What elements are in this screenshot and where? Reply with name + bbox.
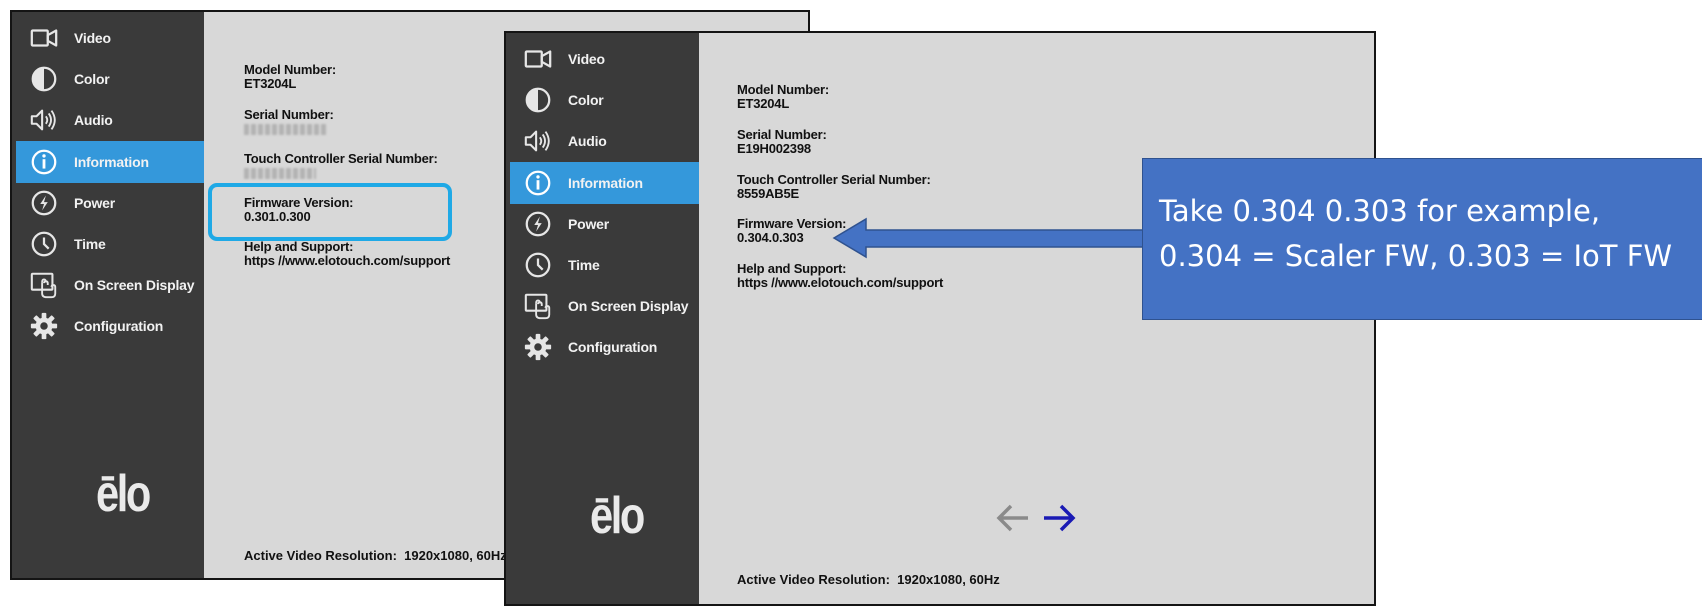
gear-icon — [28, 310, 60, 342]
callout-line-1: Take 0.304 0.303 for example, — [1159, 194, 1601, 228]
sidebar-item-audio[interactable]: Audio — [16, 99, 204, 141]
sidebar-item-information[interactable]: Information — [16, 140, 204, 183]
sidebar-item-color[interactable]: Color — [510, 79, 699, 121]
left-help-support: Help and Support: https //www.elotouch.c… — [244, 240, 450, 268]
sidebar-item-label: Video — [74, 30, 111, 46]
sidebar-item-label: Time — [568, 257, 600, 273]
page-navigation — [994, 503, 1078, 538]
information-icon — [522, 167, 554, 199]
sidebar-item-color[interactable]: Color — [16, 58, 204, 100]
right-serial-number: Serial Number: E19H002398 — [737, 128, 827, 156]
gear-icon — [522, 331, 554, 363]
sidebar-item-audio[interactable]: Audio — [510, 120, 699, 162]
sidebar-item-label: Color — [568, 92, 604, 109]
sidebar-item-label: Power — [74, 194, 116, 211]
left-touch-controller-serial: Touch Controller Serial Number: — [244, 152, 438, 179]
sidebar-item-time[interactable]: Time — [16, 223, 204, 265]
back-arrow-icon[interactable] — [994, 503, 1030, 538]
firmware-version-label: Firmware Version: — [737, 216, 847, 231]
power-icon — [28, 187, 60, 219]
model-number-value: ET3204L — [737, 96, 790, 111]
sidebar-item-label: Configuration — [568, 339, 658, 356]
left-elo-logo: ēlo — [96, 465, 151, 523]
sidebar-item-power[interactable]: Power — [16, 182, 204, 224]
touch-controller-redacted — [244, 168, 316, 179]
left-model-number: Model Number: ET3204L — [244, 63, 336, 91]
touch-controller-value: 8559AB5E — [737, 186, 799, 201]
clock-icon — [522, 249, 554, 281]
firmware-version-value: 0.304.0.303 — [737, 230, 804, 245]
callout-line-2: 0.304 = Scaler FW, 0.303 = IoT FW — [1159, 239, 1673, 273]
sidebar-item-label: Video — [568, 51, 605, 67]
sidebar-item-label: Configuration — [74, 318, 164, 335]
serial-number-label: Serial Number: — [244, 107, 334, 122]
osd-icon — [522, 290, 554, 322]
sidebar-item-configuration[interactable]: Configuration — [510, 326, 699, 368]
sidebar-item-information[interactable]: Information — [510, 161, 699, 204]
audio-icon — [28, 104, 60, 136]
sidebar-item-label: On Screen Display — [74, 277, 195, 294]
resolution-value: 1920x1080, 60Hz — [404, 548, 507, 563]
sidebar-item-label: Information — [74, 153, 149, 170]
sidebar-item-label: Color — [74, 71, 110, 88]
sidebar-item-label: Power — [568, 215, 610, 232]
audio-icon — [522, 125, 554, 157]
right-firmware-version: Firmware Version: 0.304.0.303 — [737, 216, 847, 245]
color-icon — [522, 84, 554, 116]
sidebar-item-video[interactable]: Video — [16, 17, 204, 59]
clock-icon — [28, 228, 60, 260]
firmware-highlight-box — [208, 183, 452, 241]
sidebar-item-label: Audio — [568, 133, 607, 150]
right-help-support: Help and Support: https //www.elotouch.c… — [737, 262, 943, 290]
serial-number-value: E19H002398 — [737, 141, 811, 156]
resolution-label: Active Video Resolution: — [737, 572, 890, 587]
sidebar-item-label: On Screen Display — [568, 298, 689, 315]
sidebar-item-on-screen-display[interactable]: On Screen Display — [16, 264, 204, 306]
right-model-number: Model Number: ET3204L — [737, 83, 829, 111]
serial-number-redacted — [244, 124, 326, 135]
left-menu: Video Color Audio Information Power Time On Sc… — [16, 17, 204, 377]
sidebar-item-time[interactable]: Time — [510, 244, 699, 286]
left-serial-number: Serial Number: — [244, 108, 334, 135]
touch-controller-label: Touch Controller Serial Number: — [737, 172, 931, 187]
resolution-value: 1920x1080, 60Hz — [897, 572, 1000, 587]
model-number-label: Model Number: — [244, 62, 337, 77]
model-number-value: ET3204L — [244, 76, 297, 91]
power-icon — [522, 208, 554, 240]
color-icon — [28, 63, 60, 95]
forward-arrow-icon[interactable] — [1042, 503, 1078, 538]
video-icon — [28, 22, 60, 54]
sidebar-item-label: Information — [568, 174, 643, 191]
right-touch-controller-serial: Touch Controller Serial Number: 8559AB5E — [737, 173, 931, 201]
right-active-resolution: Active Video Resolution: 1920x1080, 60Hz — [737, 572, 1000, 587]
sidebar-item-power[interactable]: Power — [510, 203, 699, 245]
sidebar-item-configuration[interactable]: Configuration — [16, 305, 204, 347]
sidebar-item-label: Audio — [74, 112, 113, 129]
left-active-resolution: Active Video Resolution: 1920x1080, 60Hz — [244, 548, 507, 563]
serial-number-label: Serial Number: — [737, 127, 827, 142]
help-support-label: Help and Support: — [244, 239, 354, 254]
right-menu: Video Color Audio Information Power Time On Sc… — [510, 38, 699, 398]
osd-icon — [28, 269, 60, 301]
help-support-link[interactable]: https //www.elotouch.com/support — [737, 276, 943, 290]
information-icon — [28, 146, 60, 178]
help-support-label: Help and Support: — [737, 261, 847, 276]
sidebar-item-label: Time — [74, 236, 106, 252]
sidebar-item-video[interactable]: Video — [510, 38, 699, 80]
firmware-explanation-callout: Take 0.304 0.303 for example, 0.304 = Sc… — [1142, 158, 1702, 320]
model-number-label: Model Number: — [737, 82, 830, 97]
sidebar-item-on-screen-display[interactable]: On Screen Display — [510, 285, 699, 327]
video-icon — [522, 43, 554, 75]
right-elo-logo: ēlo — [590, 487, 645, 545]
resolution-label: Active Video Resolution: — [244, 548, 397, 563]
help-support-link[interactable]: https //www.elotouch.com/support — [244, 254, 450, 268]
touch-controller-label: Touch Controller Serial Number: — [244, 151, 438, 166]
